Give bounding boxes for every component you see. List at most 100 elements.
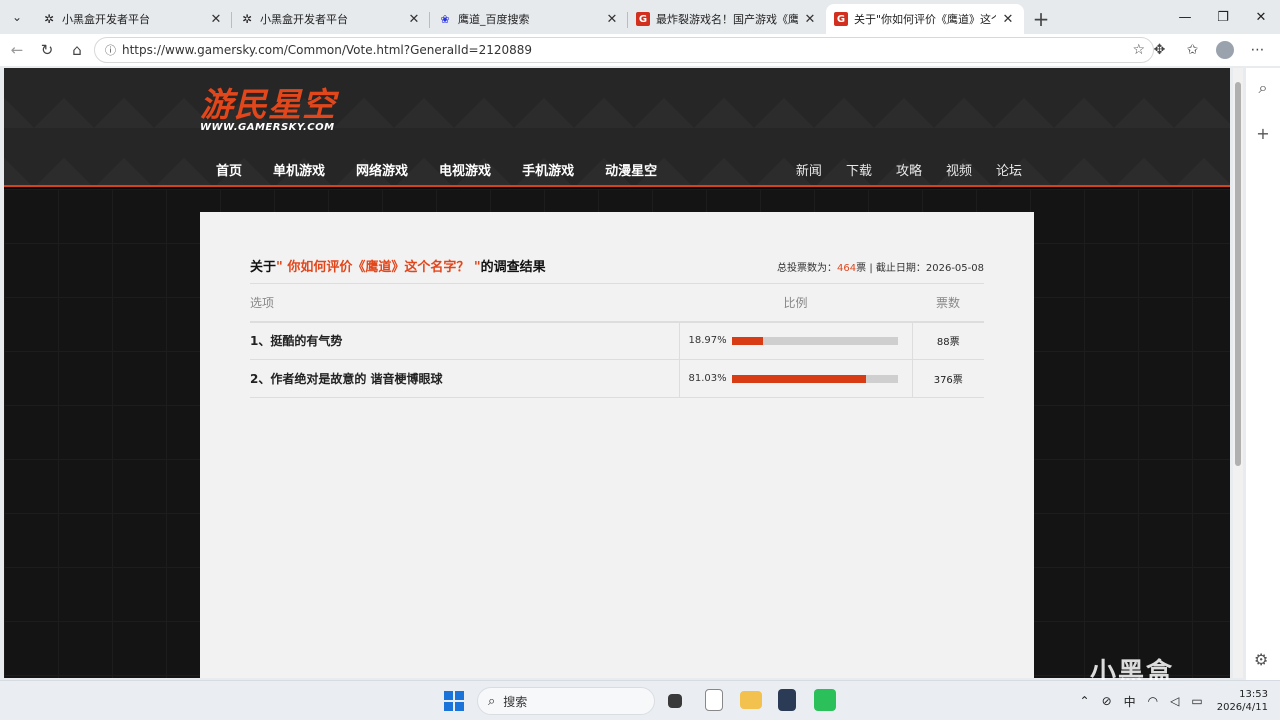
total-votes-count: 464 [837,263,857,274]
sub-nav-item-download[interactable]: 下载 [846,160,872,179]
site-header: 游民星空 WWW.GAMERSKY.COM 首页 单机游戏 网络游戏 电视游戏 … [4,68,1230,187]
sub-nav-item-video[interactable]: 视频 [946,160,972,179]
sidebar-add-icon[interactable]: + [1246,124,1280,143]
percent-text: 18.97% [688,335,727,347]
scrollbar-thumb[interactable] [1235,82,1241,466]
close-icon[interactable]: ✕ [208,12,224,27]
close-icon[interactable]: ✕ [604,12,620,27]
clock-time: 13:53 [1239,689,1268,700]
profile-avatar[interactable] [1216,41,1234,59]
baidu-icon: ❀ [440,12,450,26]
toolbar-right: ✥ ✩ ⋯ [1143,35,1274,65]
table-header-row: 选项 比例 票数 [250,283,984,323]
clock[interactable]: 13:53 2026/4/11 [1217,688,1268,714]
main-nav-item-console-games[interactable]: 电视游戏 [439,160,491,179]
home-icon[interactable]: ⌂ [62,35,92,65]
ratio-cell: 18.97% [678,321,913,360]
task-view-icon[interactable] [668,694,682,708]
tab-actions-menu-icon[interactable]: ⌄ [0,0,34,34]
search-placeholder: 搜索 [503,694,528,709]
tab-strip: ⌄ ✲ 小黑盒开发者平台 ✕ ✲ 小黑盒开发者平台 ✕ ❀ 鹰道_百度搜索 ✕ … [0,0,1280,34]
logo-cn: 游民星空 [200,85,336,124]
refresh-icon[interactable]: ↻ [32,35,62,65]
tab-title: 小黑盒开发者平台 [260,13,348,26]
main-nav-item-anime[interactable]: 动漫星空 [605,160,657,179]
deadline-label: 票 | 截止日期： [856,263,926,274]
poll-title: 关于" 你如何评价《鹰道》这个名字？ "的调查结果 [250,256,546,275]
taskbar-search-box[interactable]: ⌕ 搜索 [477,687,655,715]
logo-en: WWW.GAMERSKY.COM [200,122,335,133]
address-bar[interactable]: ⓘ https://www.gamersky.com/Common/Vote.h… [94,37,1154,63]
browser-tab-5-active[interactable]: G 关于"你如何评价《鹰道》这个名字 ✕ [826,4,1024,34]
file-explorer-icon[interactable] [740,691,762,709]
browser-tab-1[interactable]: ✲ 小黑盒开发者平台 ✕ [34,4,232,34]
window-close-icon[interactable]: ✕ [1242,0,1280,34]
close-icon[interactable]: ✕ [802,12,818,27]
sub-nav-item-news[interactable]: 新闻 [796,160,822,179]
total-votes-label: 总投票数为： [777,263,838,274]
site-logo[interactable]: 游民星空 WWW.GAMERSKY.COM [200,85,336,134]
poll-results-panel: 关于" 你如何评价《鹰道》这个名字？ "的调查结果 总投票数为：464票 | 截… [200,212,1034,678]
favorites-icon[interactable]: ✩ [1176,35,1209,65]
site-info-icon[interactable]: ⓘ [105,42,116,58]
table-row: 1、挺酷的有气势 18.97% 88票 [250,321,984,360]
edge-sidebar: ⌕ + ⚙ [1246,68,1280,680]
browser-tab-2[interactable]: ✲ 小黑盒开发者平台 ✕ [232,4,430,34]
window-controls: — ❐ ✕ [1166,0,1280,34]
sidebar-settings-icon[interactable]: ⚙ [1254,650,1268,669]
poll-title-prefix: 关于 [250,260,277,275]
main-nav-item-pc-games[interactable]: 单机游戏 [273,160,325,179]
sync-off-icon[interactable]: ⊘ [1102,694,1112,708]
poll-title-suffix: 的调查结果 [480,260,546,275]
wifi-icon[interactable]: ◠ [1148,694,1158,708]
percent-text: 81.03% [688,373,727,384]
ime-indicator[interactable]: 中 [1124,693,1136,710]
votes-count: 88票 [912,321,984,360]
main-nav: 首页 单机游戏 网络游戏 电视游戏 手机游戏 动漫星空 [216,160,688,179]
sub-nav: 新闻 下载 攻略 视频 论坛 [772,160,1022,179]
chevron-up-icon[interactable]: ⌃ [1080,694,1090,708]
ratio-bar-fill [731,374,866,383]
volume-icon[interactable]: ◁ [1170,694,1179,708]
page-viewport: 游民星空 WWW.GAMERSKY.COM 首页 单机游戏 网络游戏 电视游戏 … [4,68,1230,678]
more-menu-icon[interactable]: ⋯ [1241,35,1274,65]
gamersky-icon: G [834,12,848,26]
back-arrow-icon[interactable]: ← [2,35,32,65]
header-ratio: 比例 [679,283,912,323]
ratio-bar-fill [731,336,763,345]
browser-toolbar: ← ↻ ⌂ ⓘ https://www.gamersky.com/Common/… [0,34,1280,66]
page-scrollbar[interactable] [1233,68,1243,678]
close-icon[interactable]: ✕ [406,12,422,27]
wechat-icon[interactable] [814,689,836,711]
browser-tab-3[interactable]: ❀ 鹰道_百度搜索 ✕ [430,4,628,34]
new-tab-icon[interactable]: + [1024,4,1058,34]
battery-icon[interactable]: ▭ [1191,694,1202,708]
tab-title: 关于"你如何评价《鹰道》这个名字 [854,13,996,26]
main-nav-item-mobile-games[interactable]: 手机游戏 [522,160,574,179]
sub-nav-item-guides[interactable]: 攻略 [896,160,922,179]
main-nav-item-home[interactable]: 首页 [216,160,242,179]
minimize-icon[interactable]: — [1166,0,1204,34]
sidebar-search-icon[interactable]: ⌕ [1246,78,1280,98]
clock-date: 2026/4/11 [1216,702,1268,713]
sub-nav-item-forum[interactable]: 论坛 [996,160,1022,179]
ratio-bar [731,336,898,345]
maximize-icon[interactable]: ❐ [1204,0,1242,34]
file-icon[interactable] [705,689,723,711]
system-tray: ⌃ ⊘ 中 ◠ ◁ ▭ 13:53 2026/4/11 [1074,681,1280,720]
heybox-icon: ✲ [241,12,253,26]
poll-question: " 你如何评价《鹰道》这个名字？ " [276,260,481,275]
url-text: https://www.gamersky.com/Common/Vote.htm… [122,43,533,57]
browser-tab-4[interactable]: G 最炸裂游戏名！国产游戏《鹰道》 ✕ [628,4,826,34]
header-option: 选项 [250,283,679,323]
main-nav-item-online-games[interactable]: 网络游戏 [356,160,408,179]
table-row: 2、作者绝对是故意的 谐音梗博眼球 81.03% 376票 [250,359,984,398]
heybox-icon: ✲ [43,12,55,26]
extensions-icon[interactable]: ✥ [1143,35,1176,65]
tab-title: 最炸裂游戏名！国产游戏《鹰道》 [656,13,798,26]
app-icon[interactable] [778,689,796,711]
windows-start-icon[interactable] [444,691,464,711]
tab-title: 小黑盒开发者平台 [62,13,150,26]
poll-meta: 总投票数为：464票 | 截止日期：2026-05-08 [777,259,984,274]
close-icon[interactable]: ✕ [1000,12,1016,27]
